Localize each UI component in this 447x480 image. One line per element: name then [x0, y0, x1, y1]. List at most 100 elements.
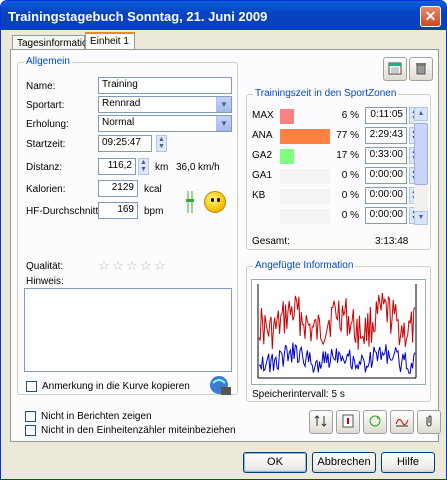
star-icon[interactable]: ☆	[98, 259, 110, 272]
paperclip-icon	[426, 415, 432, 427]
ok-button[interactable]: OK	[243, 452, 307, 473]
scroll-up-icon[interactable]: ▲	[414, 107, 428, 121]
info-group: Angefügte Information Speicherintervall:…	[246, 260, 431, 402]
zone-time-input[interactable]: 0:11:05	[365, 107, 407, 124]
sportart-value: Rennrad	[102, 98, 141, 109]
hilfe-button[interactable]: Hilfe	[381, 452, 435, 473]
star-icon[interactable]: ☆	[112, 259, 124, 272]
delete-button[interactable]	[409, 57, 433, 81]
speicher-label: Speicherintervall: 5 s	[252, 389, 345, 400]
blue-curve	[258, 342, 416, 374]
zones-list: MAX6 %0:11:05▲▼ANA77 %2:29:43▲▼ GA2 17 % 0:…	[252, 107, 420, 227]
calendar-icon	[388, 62, 402, 75]
heart-rate-graph[interactable]	[251, 279, 426, 385]
zone-name: GA2	[252, 150, 273, 161]
nicht-berichte-label: Nicht in Berichten zeigen	[41, 411, 152, 422]
hinweis-label: Hinweis:	[26, 276, 64, 287]
attachment-button[interactable]	[417, 410, 441, 434]
zone-time-input[interactable]: 2:29:43	[365, 127, 407, 144]
zone-bar	[280, 189, 330, 204]
zone-name: KB	[252, 190, 266, 201]
training-diary-window: Trainingstagebuch Sonntag, 21. Juni 2009…	[0, 0, 447, 480]
nicht-zaehler-label: Nicht in den Einheitenzähler miteinbezie…	[41, 425, 236, 436]
kalorien-unit: kcal	[144, 184, 162, 195]
zone-name: GA1	[252, 170, 273, 181]
star-icon[interactable]: ☆	[126, 259, 138, 272]
allgemein-group: Allgemein Name: Training Sportart: Rennr…	[17, 56, 238, 397]
zone-time-input[interactable]: 0:00:00	[365, 207, 407, 224]
info-title: Angefügte Information	[253, 260, 356, 271]
startzeit-input[interactable]: 09:25:47	[98, 135, 152, 152]
zone-time-input[interactable]: 0:00:00	[365, 187, 407, 204]
erholung-value: Normal	[102, 117, 135, 128]
distanz-input[interactable]: 116,2	[98, 158, 136, 175]
startzeit-spinner[interactable]: ▲ ▼	[156, 135, 167, 152]
speed-value: 36,0	[176, 162, 196, 173]
nicht-zaehler-checkbox[interactable]	[25, 425, 36, 436]
copy-curve-button[interactable]	[209, 373, 233, 397]
zone-percent: 0 %	[341, 170, 359, 181]
info-icon	[342, 414, 354, 428]
qualitaet-rating[interactable]: ☆ ☆ ☆ ☆ ☆	[98, 259, 178, 274]
zone-bar	[280, 169, 330, 184]
abbrechen-button[interactable]: Abbrechen	[312, 452, 376, 473]
sort-icon	[314, 415, 327, 427]
gesamt-value: 3:13:48	[375, 236, 409, 247]
window-title: Trainingstagebuch Sonntag, 21. Juni 2009	[8, 9, 268, 24]
hf-label: HF-Durchschnitt:	[26, 206, 102, 217]
smiley-icon[interactable]	[204, 191, 226, 213]
zone-percent: 17 %	[336, 150, 359, 161]
star-icon[interactable]: ☆	[140, 259, 152, 272]
zone-row: 0 %0:00:00▲▼	[252, 207, 420, 227]
kalorien-input[interactable]: 2129	[98, 180, 138, 197]
close-button[interactable]: ✕	[420, 6, 441, 27]
chevron-down-icon[interactable]: ▼	[216, 97, 231, 112]
zone-row: KB0 %0:00:00▲▼	[252, 187, 420, 207]
curve-button[interactable]	[390, 410, 414, 434]
allgemein-title: Allgemein	[24, 56, 72, 67]
scroll-down-icon[interactable]: ▼	[414, 211, 428, 225]
scroll-thumb[interactable]	[414, 123, 428, 185]
zone-bar	[280, 209, 330, 224]
anmerkung-label: Anmerkung in die Kurve kopieren	[42, 381, 190, 392]
zone-row: ANA77 %2:29:43▲▼	[252, 127, 420, 147]
sportart-label: Sportart:	[26, 100, 65, 111]
tab-einheit-1[interactable]: Einheit 1	[85, 32, 135, 50]
sportart-select[interactable]: Rennrad ▼	[98, 96, 232, 113]
qualitaet-label: Qualität:	[26, 261, 64, 272]
star-icon[interactable]: ☆	[154, 259, 166, 272]
distanz-label: Distanz:	[26, 162, 63, 173]
zone-percent: 0 %	[341, 190, 359, 201]
sort-button[interactable]	[309, 410, 333, 434]
zones-group: Trainingszeit in den SportZonen MAX 6 % 0:…	[246, 88, 431, 250]
zones-title: Trainingszeit in den SportZonen	[253, 88, 399, 99]
hinweis-textarea[interactable]	[24, 288, 232, 372]
calendar-button[interactable]	[383, 57, 407, 81]
zone-row: GA10 %0:00:00▲▼	[252, 167, 420, 187]
zones-scrollbar[interactable]: ▲ ▼	[414, 107, 428, 225]
gesamt-label: Gesamt:	[252, 236, 290, 247]
name-input[interactable]: Training	[98, 77, 232, 94]
slider-icon[interactable]	[186, 189, 194, 215]
zone-time-input[interactable]: 0:33:00	[365, 147, 407, 164]
name-label: Name:	[26, 81, 56, 92]
refresh-button[interactable]	[363, 410, 387, 434]
zone-time-input[interactable]: 0:00:00	[365, 167, 407, 184]
zone-name: ANA	[252, 130, 273, 141]
chevron-down-icon[interactable]: ▼	[216, 116, 231, 131]
speed-unit: km/h	[198, 162, 220, 173]
distanz-unit: km	[155, 162, 169, 173]
anmerkung-checkbox[interactable]	[26, 381, 37, 392]
tab-tagesinformation[interactable]: Tagesinformation	[12, 35, 93, 50]
erholung-select[interactable]: Normal ▼	[98, 115, 232, 132]
zone-row: MAX6 %0:11:05▲▼	[252, 107, 420, 127]
nicht-berichte-checkbox[interactable]	[25, 411, 36, 422]
zone-bar	[280, 129, 330, 144]
hf-input[interactable]: 169	[98, 202, 138, 219]
red-curve	[258, 292, 416, 350]
startzeit-label: Startzeit:	[26, 139, 66, 150]
zone-bar	[280, 109, 294, 124]
distanz-spinner[interactable]: ▲ ▼	[138, 158, 149, 175]
heart-rate-chart	[257, 284, 417, 379]
info-button[interactable]	[336, 410, 360, 434]
